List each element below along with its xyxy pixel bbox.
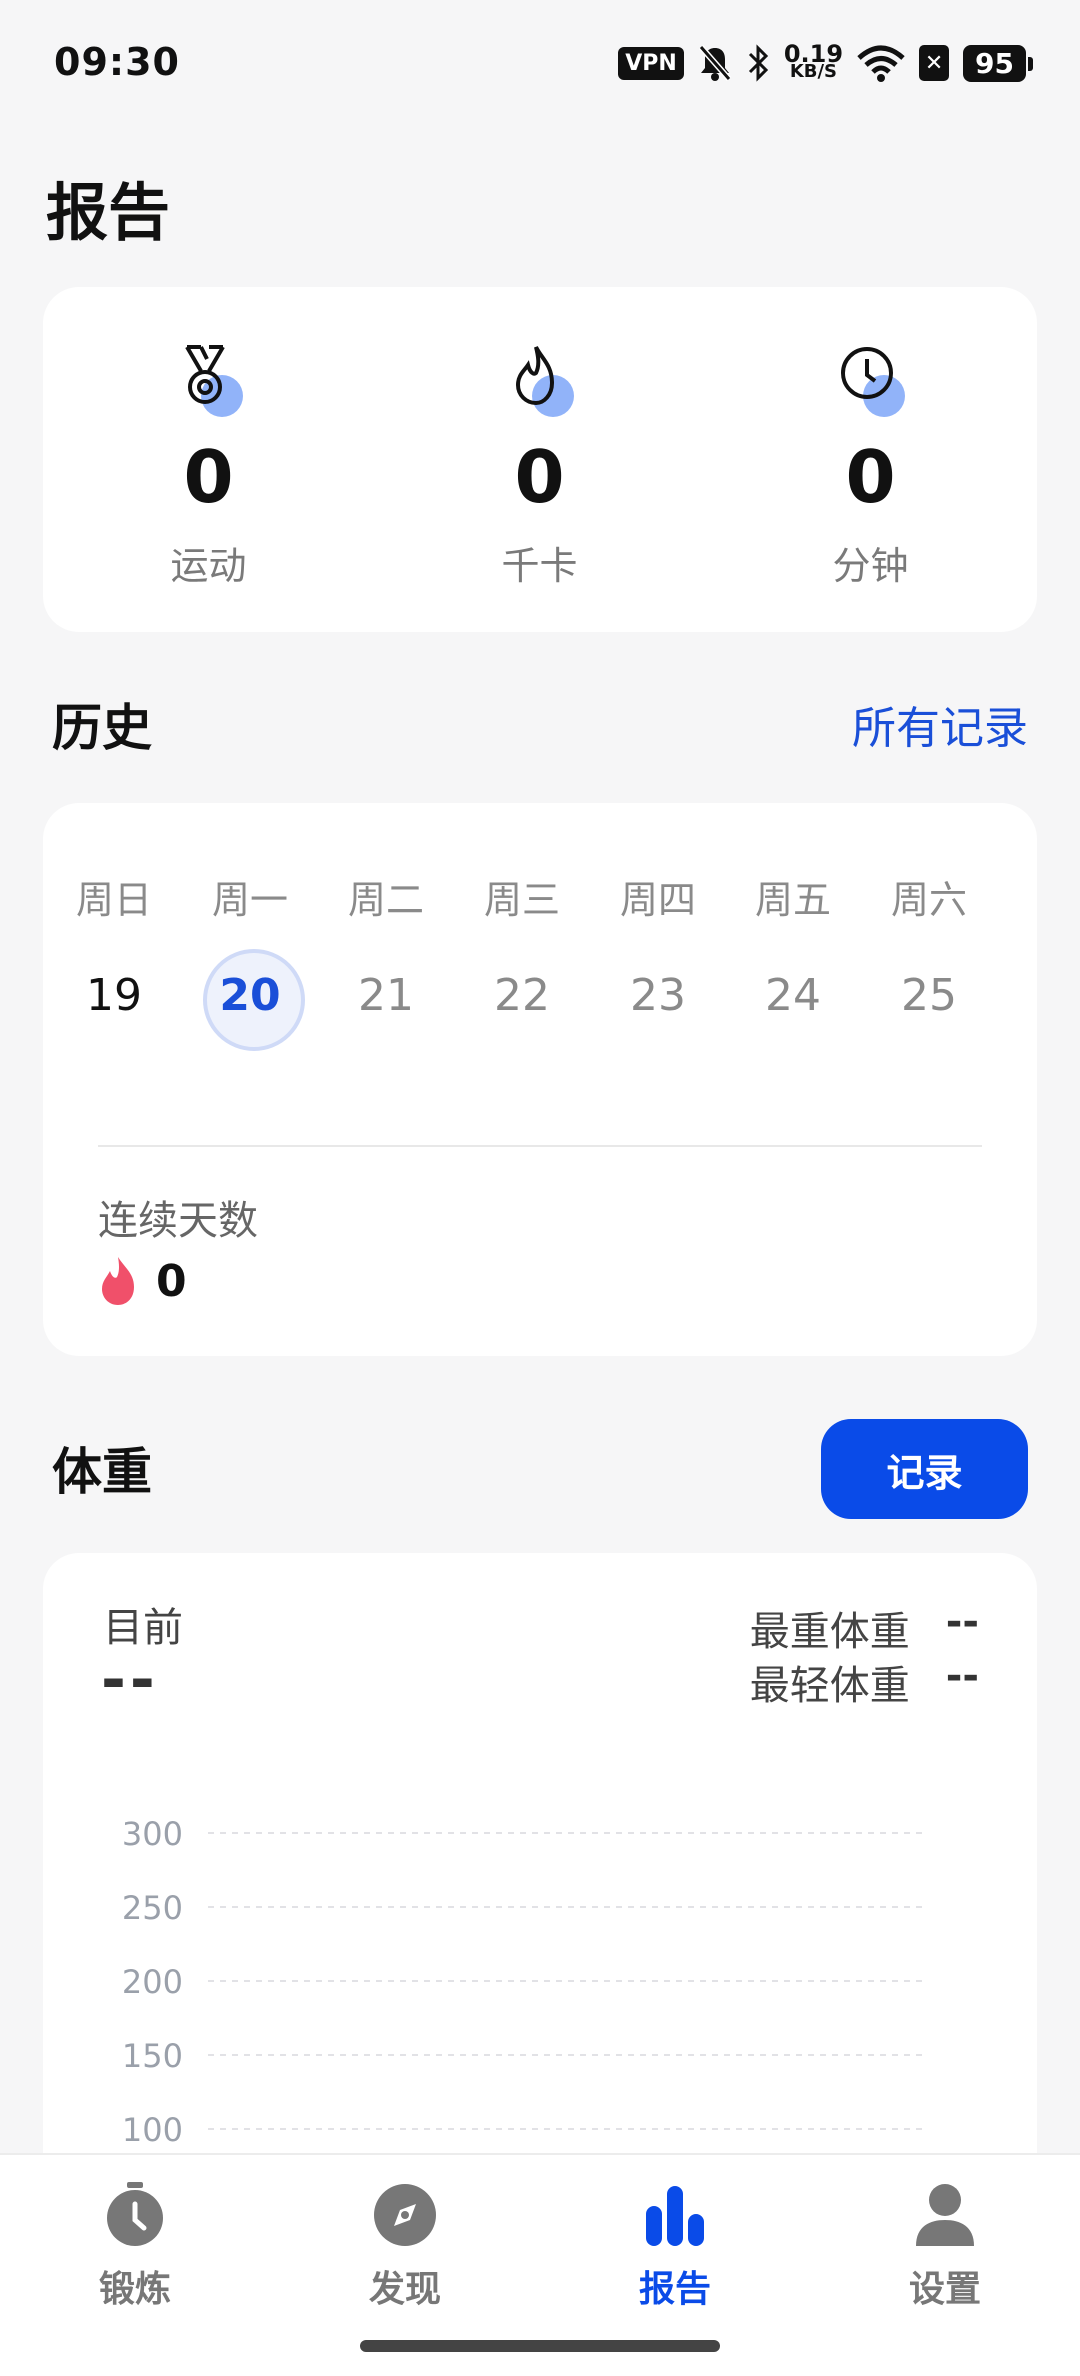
divider bbox=[98, 1145, 982, 1147]
weekday-wed: 周三 bbox=[483, 878, 560, 922]
streak-value: 0 bbox=[156, 1255, 187, 1307]
date-24[interactable]: 24 bbox=[733, 946, 853, 1046]
network-speed: 0.19 KB/S bbox=[784, 42, 843, 82]
page-title: 报告 bbox=[46, 176, 171, 249]
summary-workouts: 0 运动 bbox=[43, 287, 374, 632]
nav-discover-label: 发现 bbox=[368, 2269, 441, 2310]
streak-flame-icon bbox=[102, 1257, 134, 1305]
stopwatch-icon bbox=[107, 2182, 163, 2246]
bluetooth-icon bbox=[748, 44, 768, 82]
date-21[interactable]: 21 bbox=[326, 946, 446, 1046]
person-icon bbox=[916, 2184, 974, 2246]
weekday-fri: 周五 bbox=[754, 878, 831, 922]
calories-label: 千卡 bbox=[501, 544, 578, 588]
summary-minutes: 0 分钟 bbox=[705, 287, 1036, 632]
home-indicator[interactable] bbox=[360, 2340, 720, 2352]
flame-icon bbox=[500, 339, 580, 419]
weekday-sun: 周日 bbox=[75, 878, 152, 922]
nav-workout[interactable]: 锻炼 bbox=[35, 2180, 235, 2310]
summary-card: 0 运动 0 千卡 0 分钟 bbox=[43, 287, 1037, 632]
nav-settings-label: 设置 bbox=[908, 2269, 981, 2310]
y-tick-label: 250 bbox=[122, 1889, 183, 1927]
weekday-thu: 周四 bbox=[619, 878, 696, 922]
wifi-icon bbox=[857, 45, 905, 82]
bar-chart-icon bbox=[646, 2186, 704, 2246]
date-22[interactable]: 22 bbox=[462, 946, 582, 1046]
compass-icon bbox=[374, 2184, 436, 2246]
network-speed-unit: KB/S bbox=[789, 61, 838, 82]
workouts-label: 运动 bbox=[170, 544, 247, 588]
history-card: 周日 周一 周二 周三 周四 周五 周六 19 20 21 22 23 24 2… bbox=[43, 803, 1037, 1356]
nav-discover[interactable]: 发现 bbox=[305, 2180, 505, 2310]
record-weight-button[interactable]: 记录 bbox=[821, 1419, 1028, 1519]
bell-off-icon bbox=[698, 45, 732, 81]
no-sim-icon: ✕ bbox=[919, 45, 950, 81]
medal-icon bbox=[169, 339, 249, 419]
y-tick-label: 100 bbox=[122, 2111, 183, 2149]
status-time: 09:30 bbox=[54, 40, 180, 84]
minutes-value: 0 bbox=[845, 435, 896, 519]
y-tick-label: 300 bbox=[122, 1815, 183, 1853]
date-19[interactable]: 19 bbox=[54, 946, 174, 1046]
nav-report-label: 报告 bbox=[638, 2269, 711, 2310]
streak-row: 0 bbox=[98, 1253, 187, 1309]
weekday-tue: 周二 bbox=[347, 878, 424, 922]
all-records-link[interactable]: 所有记录 bbox=[852, 692, 1028, 756]
y-tick-label: 150 bbox=[122, 2037, 183, 2075]
status-icons: VPN 0.19 KB/S ✕ 95 bbox=[618, 40, 1033, 86]
nav-settings[interactable]: 设置 bbox=[845, 2180, 1045, 2310]
history-title: 历史 bbox=[52, 699, 152, 757]
vpn-icon: VPN bbox=[618, 46, 684, 80]
calories-value: 0 bbox=[514, 435, 565, 519]
clock-icon bbox=[831, 339, 911, 419]
y-tick-label: 200 bbox=[122, 1963, 183, 2001]
status-bar: 09:30 VPN 0.19 KB/S ✕ 95 bbox=[0, 0, 1080, 120]
date-20-today[interactable]: 20 bbox=[190, 946, 310, 1051]
minutes-label: 分钟 bbox=[832, 544, 909, 588]
screen: 09:30 VPN 0.19 KB/S ✕ 95 报告 0 运动 0 千卡 0 … bbox=[0, 0, 1080, 2376]
date-25[interactable]: 25 bbox=[869, 946, 989, 1046]
workouts-value: 0 bbox=[183, 435, 234, 519]
weekday-mon: 周一 bbox=[211, 878, 288, 922]
date-23[interactable]: 23 bbox=[598, 946, 718, 1046]
battery-icon: 95 bbox=[963, 44, 1033, 82]
nav-report[interactable]: 报告 bbox=[575, 2180, 775, 2310]
streak-label: 连续天数 bbox=[98, 1198, 258, 1244]
weight-title: 体重 bbox=[52, 1443, 152, 1501]
summary-calories: 0 千卡 bbox=[374, 287, 705, 632]
nav-workout-label: 锻炼 bbox=[98, 2269, 171, 2310]
weekday-sat: 周六 bbox=[890, 878, 967, 922]
